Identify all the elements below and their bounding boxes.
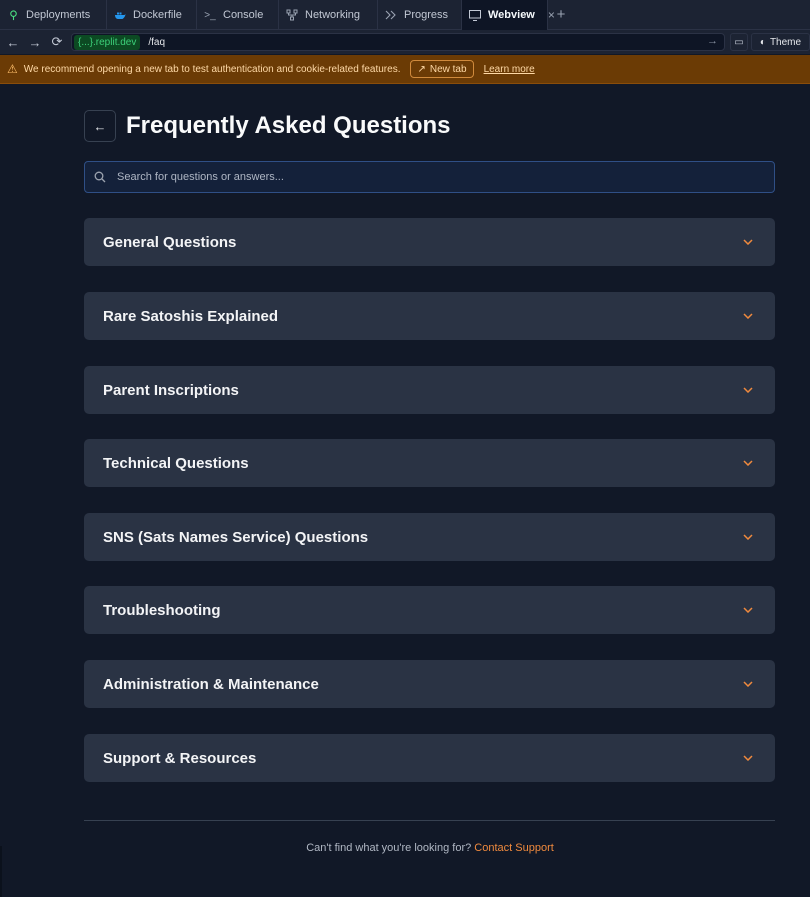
warning-icon: ⚠ <box>7 62 18 76</box>
tab-label: Progress <box>404 9 449 21</box>
faq-section-sns[interactable]: SNS (Sats Names Service) Questions <box>84 513 775 561</box>
url-field[interactable]: {...}.replit.dev /faq → <box>71 33 725 51</box>
section-label: SNS (Sats Names Service) Questions <box>103 528 369 546</box>
section-label: Rare Satoshis Explained <box>103 307 279 325</box>
chevron-down-icon <box>743 755 753 761</box>
chevron-down-icon <box>743 239 753 245</box>
section-label: Parent Inscriptions <box>103 381 239 399</box>
chevron-down-icon <box>743 681 753 687</box>
footer: Can't find what you're looking for? Cont… <box>0 842 810 854</box>
address-bar: ← → ⟳ {...}.replit.dev /faq → ▭ ◐ Theme <box>0 30 810 54</box>
faq-section-general[interactable]: General Questions <box>84 218 775 266</box>
theme-label: Theme <box>769 36 802 48</box>
tab-label: Webview <box>488 9 535 21</box>
faq-section-parent-inscriptions[interactable]: Parent Inscriptions <box>84 366 775 414</box>
search-box <box>84 161 775 193</box>
tab-label: Deployments <box>26 9 91 21</box>
external-link-icon: ↗ <box>417 63 426 75</box>
faq-section-troubleshooting[interactable]: Troubleshooting <box>84 586 775 634</box>
tab-dockerfile[interactable]: Dockerfile <box>107 0 197 30</box>
tab-console[interactable]: >_ Console <box>197 0 279 30</box>
warning-banner: ⚠ We recommend opening a new tab to test… <box>0 55 810 84</box>
footer-text: Can't find what you're looking for? <box>306 842 472 854</box>
theme-button[interactable]: ◐ Theme <box>751 33 810 51</box>
left-edge-strip <box>0 846 2 897</box>
faq-section-rare-satoshis[interactable]: Rare Satoshis Explained <box>84 292 775 340</box>
tab-label: Dockerfile <box>133 9 182 21</box>
section-label: Administration & Maintenance <box>103 675 319 693</box>
reload-icon[interactable]: ⟳ <box>46 31 68 53</box>
devtools-icon[interactable]: ▭ <box>730 33 748 51</box>
chevron-down-icon <box>743 534 753 540</box>
arrow-left-icon: ← <box>93 118 107 134</box>
tab-bar: Deployments Dockerfile >_ Console Networ… <box>0 0 810 30</box>
new-tab-button[interactable]: ↗ New tab <box>410 60 474 78</box>
chevron-down-icon <box>743 387 753 393</box>
console-icon: >_ <box>204 9 216 21</box>
deployments-icon <box>7 9 19 21</box>
url-domain: {...}.replit.dev <box>74 34 141 50</box>
search-input[interactable] <box>117 171 717 183</box>
faq-section-technical[interactable]: Technical Questions <box>84 439 775 487</box>
section-label: General Questions <box>103 233 237 251</box>
section-label: Troubleshooting <box>103 601 221 619</box>
chevron-down-icon <box>743 313 753 319</box>
network-icon <box>286 9 298 21</box>
footer-divider <box>84 820 775 821</box>
faq-section-support[interactable]: Support & Resources <box>84 734 775 782</box>
contact-support-link[interactable]: Contact Support <box>474 842 554 854</box>
section-label: Support & Resources <box>103 749 257 767</box>
tab-progress[interactable]: Progress <box>378 0 462 30</box>
new-tab-label: New tab <box>429 63 467 75</box>
tab-deployments[interactable]: Deployments <box>0 0 107 30</box>
faq-section-administration[interactable]: Administration & Maintenance <box>84 660 775 708</box>
progress-icon <box>385 9 397 21</box>
tab-label: Console <box>223 9 264 21</box>
docker-icon <box>114 9 126 21</box>
chevron-down-icon <box>743 607 753 613</box>
tab-networking[interactable]: Networking <box>279 0 378 30</box>
section-label: Technical Questions <box>103 454 249 472</box>
learn-more-link[interactable]: Learn more <box>484 64 535 75</box>
back-button[interactable]: ← <box>84 110 116 142</box>
new-tab-plus-icon[interactable]: + <box>548 0 574 29</box>
forward-arrow-icon[interactable]: → <box>24 31 46 53</box>
search-icon <box>94 170 108 184</box>
tab-label: Networking <box>305 9 361 21</box>
banner-message: We recommend opening a new tab to test a… <box>23 63 401 75</box>
url-path: /faq <box>148 36 166 48</box>
page-title: Frequently Asked Questions <box>126 112 451 139</box>
monitor-icon <box>469 9 481 21</box>
go-arrow-icon[interactable]: → <box>707 35 718 47</box>
chevron-down-icon <box>743 460 753 466</box>
back-arrow-icon[interactable]: ← <box>2 31 24 53</box>
tab-webview[interactable]: Webview × <box>462 0 555 30</box>
palette-icon: ◐ <box>759 36 766 48</box>
